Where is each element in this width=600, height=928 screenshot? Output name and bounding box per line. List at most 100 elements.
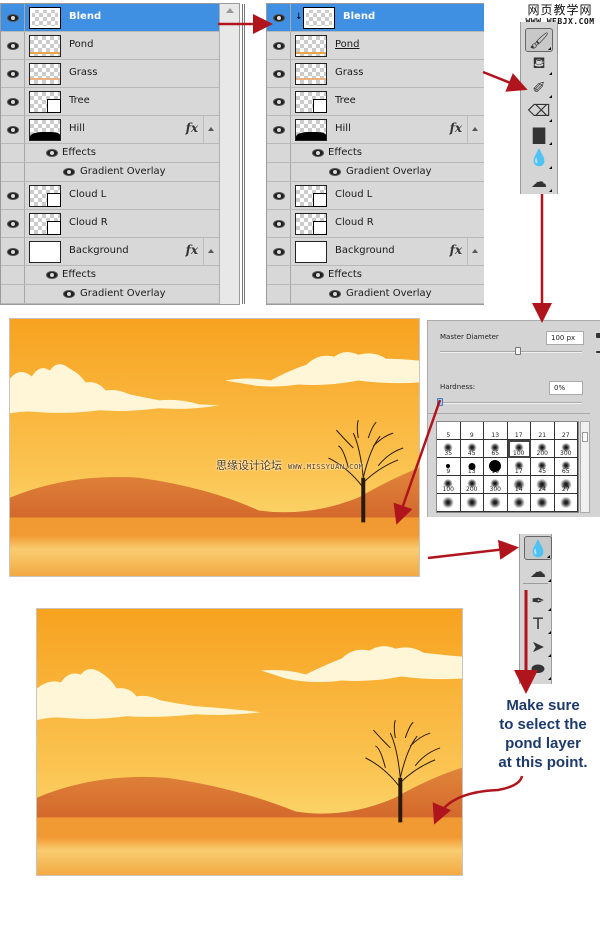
visibility-toggle[interactable] <box>267 210 291 237</box>
layer-row-hill[interactable]: Hill fx <box>1 116 220 144</box>
effects-row[interactable]: Effects <box>267 144 484 163</box>
brush-preset[interactable] <box>531 494 555 512</box>
eraser-tool-button[interactable]: ⌫ <box>525 99 553 123</box>
hardness-slider[interactable] <box>440 402 582 404</box>
layer-row-cloud-r[interactable]: Cloud R <box>267 210 484 238</box>
layer-name[interactable]: Background <box>335 245 395 256</box>
layer-row-cloud-l[interactable]: Cloud L <box>1 182 220 210</box>
brush-preset[interactable]: 35 <box>437 440 461 458</box>
brush-preset[interactable]: 9 <box>437 458 461 476</box>
layer-name[interactable]: Pond <box>335 39 359 50</box>
layer-thumbnail[interactable] <box>29 63 61 85</box>
brush-preset[interactable]: 65 <box>484 440 508 458</box>
layer-thumbnail[interactable] <box>29 185 61 207</box>
layer-row-blend[interactable]: Blend <box>1 4 220 32</box>
brush-preset[interactable]: 27 <box>554 422 578 440</box>
layer-name[interactable]: Grass <box>69 67 97 78</box>
layer-row-hill[interactable]: Hill fx <box>267 116 484 144</box>
eye-icon[interactable] <box>46 271 58 279</box>
eye-icon[interactable] <box>312 271 324 279</box>
layer-effects-icon[interactable]: fx <box>186 243 198 257</box>
collapse-effects-icon[interactable] <box>472 249 478 253</box>
layer-row-tree[interactable]: Tree <box>1 88 220 116</box>
layer-row-tree[interactable]: Tree <box>267 88 484 116</box>
layer-name[interactable]: Cloud R <box>69 217 108 228</box>
layer-name[interactable]: Pond <box>69 39 93 50</box>
visibility-toggle[interactable] <box>267 116 291 143</box>
layer-thumbnail[interactable] <box>29 91 61 113</box>
layer-name[interactable]: Hill <box>335 123 351 134</box>
layers-scrollbar[interactable] <box>219 4 239 304</box>
clone-stamp-tool-button[interactable]: ⛾ <box>525 52 553 76</box>
brush-preset[interactable] <box>437 494 461 512</box>
effect-row-gradient-overlay[interactable]: Gradient Overlay <box>267 163 484 182</box>
brush-preset[interactable]: 13 <box>460 458 484 476</box>
ellipse-shape-tool-button[interactable]: ⬬ <box>524 657 552 681</box>
layer-thumbnail[interactable] <box>29 35 61 57</box>
hardness-slider-handle[interactable] <box>437 398 443 406</box>
layer-row-grass[interactable]: Grass <box>1 60 220 88</box>
eye-icon[interactable] <box>63 290 75 298</box>
visibility-toggle[interactable] <box>267 32 291 59</box>
layer-thumbnail[interactable] <box>295 35 327 57</box>
visibility-toggle[interactable] <box>1 116 25 143</box>
brush-preset[interactable]: 300 <box>484 476 508 494</box>
scroll-up-icon[interactable] <box>226 8 234 13</box>
hardness-input[interactable]: 0% <box>549 381 583 395</box>
visibility-toggle[interactable] <box>1 4 25 31</box>
visibility-toggle[interactable] <box>1 238 25 265</box>
visibility-toggle[interactable] <box>1 32 25 59</box>
blur-tool-button[interactable]: 💧 <box>524 536 552 560</box>
brush-preset[interactable] <box>507 494 531 512</box>
collapse-effects-icon[interactable] <box>208 249 214 253</box>
layer-row-background[interactable]: Background fx <box>267 238 484 266</box>
dodge-tool-button[interactable]: ☁ <box>524 559 552 583</box>
layer-name[interactable]: Cloud L <box>335 189 372 200</box>
history-brush-tool-button[interactable]: ✐ <box>525 75 553 99</box>
layer-thumbnail[interactable] <box>295 119 327 141</box>
eye-icon[interactable] <box>329 290 341 298</box>
brush-preset[interactable]: 200 <box>531 440 555 458</box>
type-tool-button[interactable]: T <box>524 611 552 635</box>
visibility-toggle[interactable] <box>267 182 291 209</box>
layer-thumbnail[interactable] <box>295 213 327 235</box>
pen-tool-button[interactable]: ✒ <box>524 588 552 612</box>
layer-row-background[interactable]: Background fx <box>1 238 220 266</box>
effects-row[interactable]: Effects <box>1 144 220 163</box>
layer-name[interactable]: Blend <box>343 11 375 22</box>
layer-row-cloud-r[interactable]: Cloud R <box>1 210 220 238</box>
layer-row-pond[interactable]: Pond <box>267 32 484 60</box>
master-diameter-slider[interactable] <box>440 351 582 353</box>
blur-tool-button[interactable]: 💧 <box>525 146 553 170</box>
visibility-toggle[interactable] <box>267 4 291 31</box>
brush-preset[interactable]: 14 <box>507 476 531 494</box>
layer-thumbnail[interactable] <box>29 119 61 141</box>
dodge-tool-button[interactable]: ☁ <box>525 169 553 193</box>
brush-preset[interactable]: 100 <box>507 440 531 458</box>
visibility-toggle[interactable] <box>267 60 291 87</box>
brush-preset[interactable]: 300 <box>554 440 578 458</box>
layer-effects-icon[interactable]: fx <box>450 243 462 257</box>
visibility-toggle[interactable] <box>267 88 291 115</box>
layer-name[interactable]: Tree <box>335 95 356 106</box>
layer-name[interactable]: Background <box>69 245 129 256</box>
layer-name[interactable]: Blend <box>69 11 101 22</box>
brush-preset[interactable] <box>554 494 578 512</box>
layer-name[interactable]: Cloud R <box>335 217 374 228</box>
brush-preset[interactable]: 21 <box>531 422 555 440</box>
brush-preset[interactable] <box>484 494 508 512</box>
brush-preset[interactable]: 65 <box>554 458 578 476</box>
layer-thumbnail[interactable] <box>295 63 327 85</box>
layer-name[interactable]: Tree <box>69 95 90 106</box>
path-selection-tool-button[interactable]: ➤ <box>524 634 552 658</box>
brush-preset[interactable]: 27 <box>554 476 578 494</box>
effect-row-gradient-overlay[interactable]: Gradient Overlay <box>267 285 484 304</box>
brush-preset[interactable]: 24 <box>531 476 555 494</box>
eye-icon[interactable] <box>329 168 341 176</box>
brush-tool-button[interactable]: 🖌 <box>525 28 553 52</box>
layer-thumbnail[interactable] <box>303 7 335 29</box>
effects-row[interactable]: Effects <box>1 266 220 285</box>
brush-preset[interactable] <box>460 494 484 512</box>
visibility-toggle[interactable] <box>1 60 25 87</box>
master-diameter-slider-handle[interactable] <box>515 347 522 355</box>
